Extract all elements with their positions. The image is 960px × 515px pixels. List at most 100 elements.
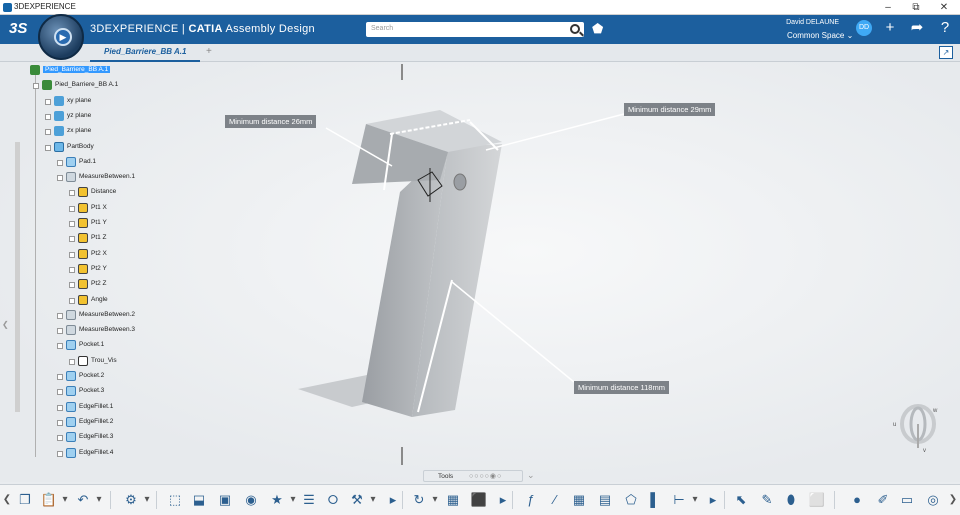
representation-icon[interactable]: ◉ <box>242 491 260 509</box>
play-icon[interactable]: ▶ <box>54 28 72 46</box>
tree-node-label: EdgeFillet.2 <box>79 417 114 425</box>
annotation-icon[interactable]: ⬉ <box>732 491 750 509</box>
dimension-label-2[interactable]: Minimum distance 29mm <box>624 103 716 116</box>
measure-dropdown-icon[interactable]: ▾ <box>690 491 700 509</box>
tree-expander-icon[interactable] <box>57 374 63 380</box>
render-icon[interactable]: ◎ <box>924 491 942 509</box>
tree-expander-icon[interactable] <box>45 113 51 120</box>
tree-expander-icon[interactable] <box>69 190 75 197</box>
tree-expander-icon[interactable] <box>69 221 75 227</box>
expand-icon[interactable]: ↗ <box>939 46 953 59</box>
share-icon[interactable]: ➦ <box>908 19 926 37</box>
update-dropdown-icon[interactable]: ▾ <box>142 491 152 509</box>
compass-widget[interactable]: ▶ <box>38 14 84 60</box>
tree-expander-icon[interactable] <box>45 129 51 136</box>
avatar[interactable]: DD <box>856 20 872 36</box>
more-icon-3[interactable]: ▸ <box>704 491 722 509</box>
tree-expander-icon[interactable] <box>57 328 63 335</box>
tree-expander-icon[interactable] <box>69 297 75 304</box>
insert-part-icon[interactable]: ⬓ <box>190 491 208 509</box>
paste-dropdown-icon[interactable]: ▾ <box>60 491 70 509</box>
formula-icon[interactable]: ƒ <box>522 491 540 509</box>
fillet-icon <box>66 416 76 427</box>
copy-icon[interactable]: ❐ <box>16 491 34 509</box>
tree-expander-icon[interactable] <box>57 312 63 319</box>
favorite-dropdown-icon[interactable]: ▾ <box>288 491 298 509</box>
tree-expander-icon[interactable] <box>57 343 63 350</box>
tree-expander-icon[interactable] <box>57 404 63 411</box>
tools-icon[interactable]: ⚒ <box>348 491 366 509</box>
refresh-dropdown-icon[interactable]: ▾ <box>430 491 440 509</box>
tree-expander-icon[interactable] <box>57 159 63 166</box>
close-button[interactable]: ✕ <box>930 0 958 15</box>
tree-expander-icon[interactable] <box>69 251 75 258</box>
eyedropper-icon[interactable]: ✐ <box>874 491 892 509</box>
tools-page-dots[interactable]: ○○○○◉○ <box>469 472 502 480</box>
list-icon[interactable]: ☰ <box>300 491 318 509</box>
pocket-icon <box>66 386 76 397</box>
search-icon[interactable] <box>570 24 580 34</box>
insert-product-icon[interactable]: ⬚ <box>166 491 184 509</box>
tree-expander-icon[interactable] <box>33 83 39 90</box>
tag-icon[interactable]: ⬟ <box>592 22 606 36</box>
cube-icon[interactable]: ⬜ <box>808 491 826 509</box>
tree-expander-icon[interactable] <box>69 282 75 289</box>
maximize-button[interactable]: ⧉ <box>902 0 930 15</box>
tree-expander-icon[interactable] <box>69 266 75 273</box>
tools-dropdown-icon[interactable]: ▾ <box>368 491 378 509</box>
ds-logo[interactable]: 3S <box>9 20 27 37</box>
parameter-icon <box>78 248 88 259</box>
search-input[interactable]: Search <box>366 22 584 37</box>
knowledge-icon[interactable]: ▤ <box>596 491 614 509</box>
robot-compass[interactable]: u w v <box>893 400 943 456</box>
dimension-label-1[interactable]: Minimum distance 26mm <box>225 115 317 128</box>
structure-icon[interactable]: ⭘ <box>324 491 342 509</box>
favorite-icon[interactable]: ★ <box>268 491 286 509</box>
material-icon[interactable]: ● <box>848 491 866 509</box>
tree-expander-icon[interactable] <box>57 389 63 396</box>
more-icon[interactable]: ▸ <box>384 491 402 509</box>
help-icon[interactable]: ? <box>936 19 954 37</box>
tools-palette[interactable]: Tools ○○○○◉○ <box>423 470 523 482</box>
update-icon[interactable]: ⚙ <box>122 491 140 509</box>
pocket-icon <box>66 371 76 381</box>
add-tab-button[interactable]: + <box>206 46 212 57</box>
undo-icon[interactable]: ↶ <box>74 491 92 509</box>
add-icon[interactable]: + <box>881 19 899 37</box>
tree-expander-icon[interactable] <box>69 236 75 243</box>
tree-expander-icon[interactable] <box>69 358 75 365</box>
tree-expander-icon[interactable] <box>69 205 75 212</box>
tree-node-label: yz plane <box>67 111 92 119</box>
parameter-icon[interactable]: ▌ <box>646 491 664 509</box>
user-menu[interactable]: David DELAUNE Common Space ⌄ <box>786 18 857 42</box>
part-icon <box>42 80 52 91</box>
paste-icon[interactable]: 📋 <box>40 491 58 509</box>
minimize-button[interactable]: – <box>874 0 902 15</box>
tree-node-label: Pad.1 <box>79 157 96 165</box>
tree-expander-icon[interactable] <box>57 419 63 426</box>
space-selector[interactable]: Common Space ⌄ <box>787 31 853 40</box>
tab-pied-barriere[interactable]: Pied_Barriere_BB A.1 <box>90 44 200 62</box>
table-icon[interactable]: ▦ <box>444 491 462 509</box>
scroll-left-icon[interactable]: ❮ <box>2 491 12 509</box>
scroll-right-icon[interactable]: ❯ <box>948 491 958 509</box>
design-table-icon[interactable]: ▦ <box>570 491 588 509</box>
component-icon[interactable]: ▣ <box>216 491 234 509</box>
tree-expander-icon[interactable] <box>57 435 63 442</box>
check-icon[interactable]: ⬠ <box>622 491 640 509</box>
undo-dropdown-icon[interactable]: ▾ <box>94 491 104 509</box>
tree-expander-icon[interactable] <box>45 98 51 105</box>
tree-expander-icon[interactable] <box>57 175 63 182</box>
pen-icon[interactable]: ✎ <box>758 491 776 509</box>
law-icon[interactable]: ∕ <box>546 491 564 509</box>
tree-expander-icon[interactable] <box>45 144 51 151</box>
more-icon-2[interactable]: ▸ <box>494 491 512 509</box>
box-icon[interactable]: ⬛ <box>470 491 488 509</box>
refresh-icon[interactable]: ↻ <box>410 491 428 509</box>
bottle-icon[interactable]: ⬮ <box>782 491 800 509</box>
chevron-down-icon[interactable]: ⌄ <box>527 470 535 481</box>
tree-expander-icon[interactable] <box>57 450 63 457</box>
measure-icon[interactable]: ⊢ <box>670 491 688 509</box>
dimension-label-3[interactable]: Minimum distance 118mm <box>574 381 669 394</box>
eraser-icon[interactable]: ▭ <box>898 491 916 509</box>
